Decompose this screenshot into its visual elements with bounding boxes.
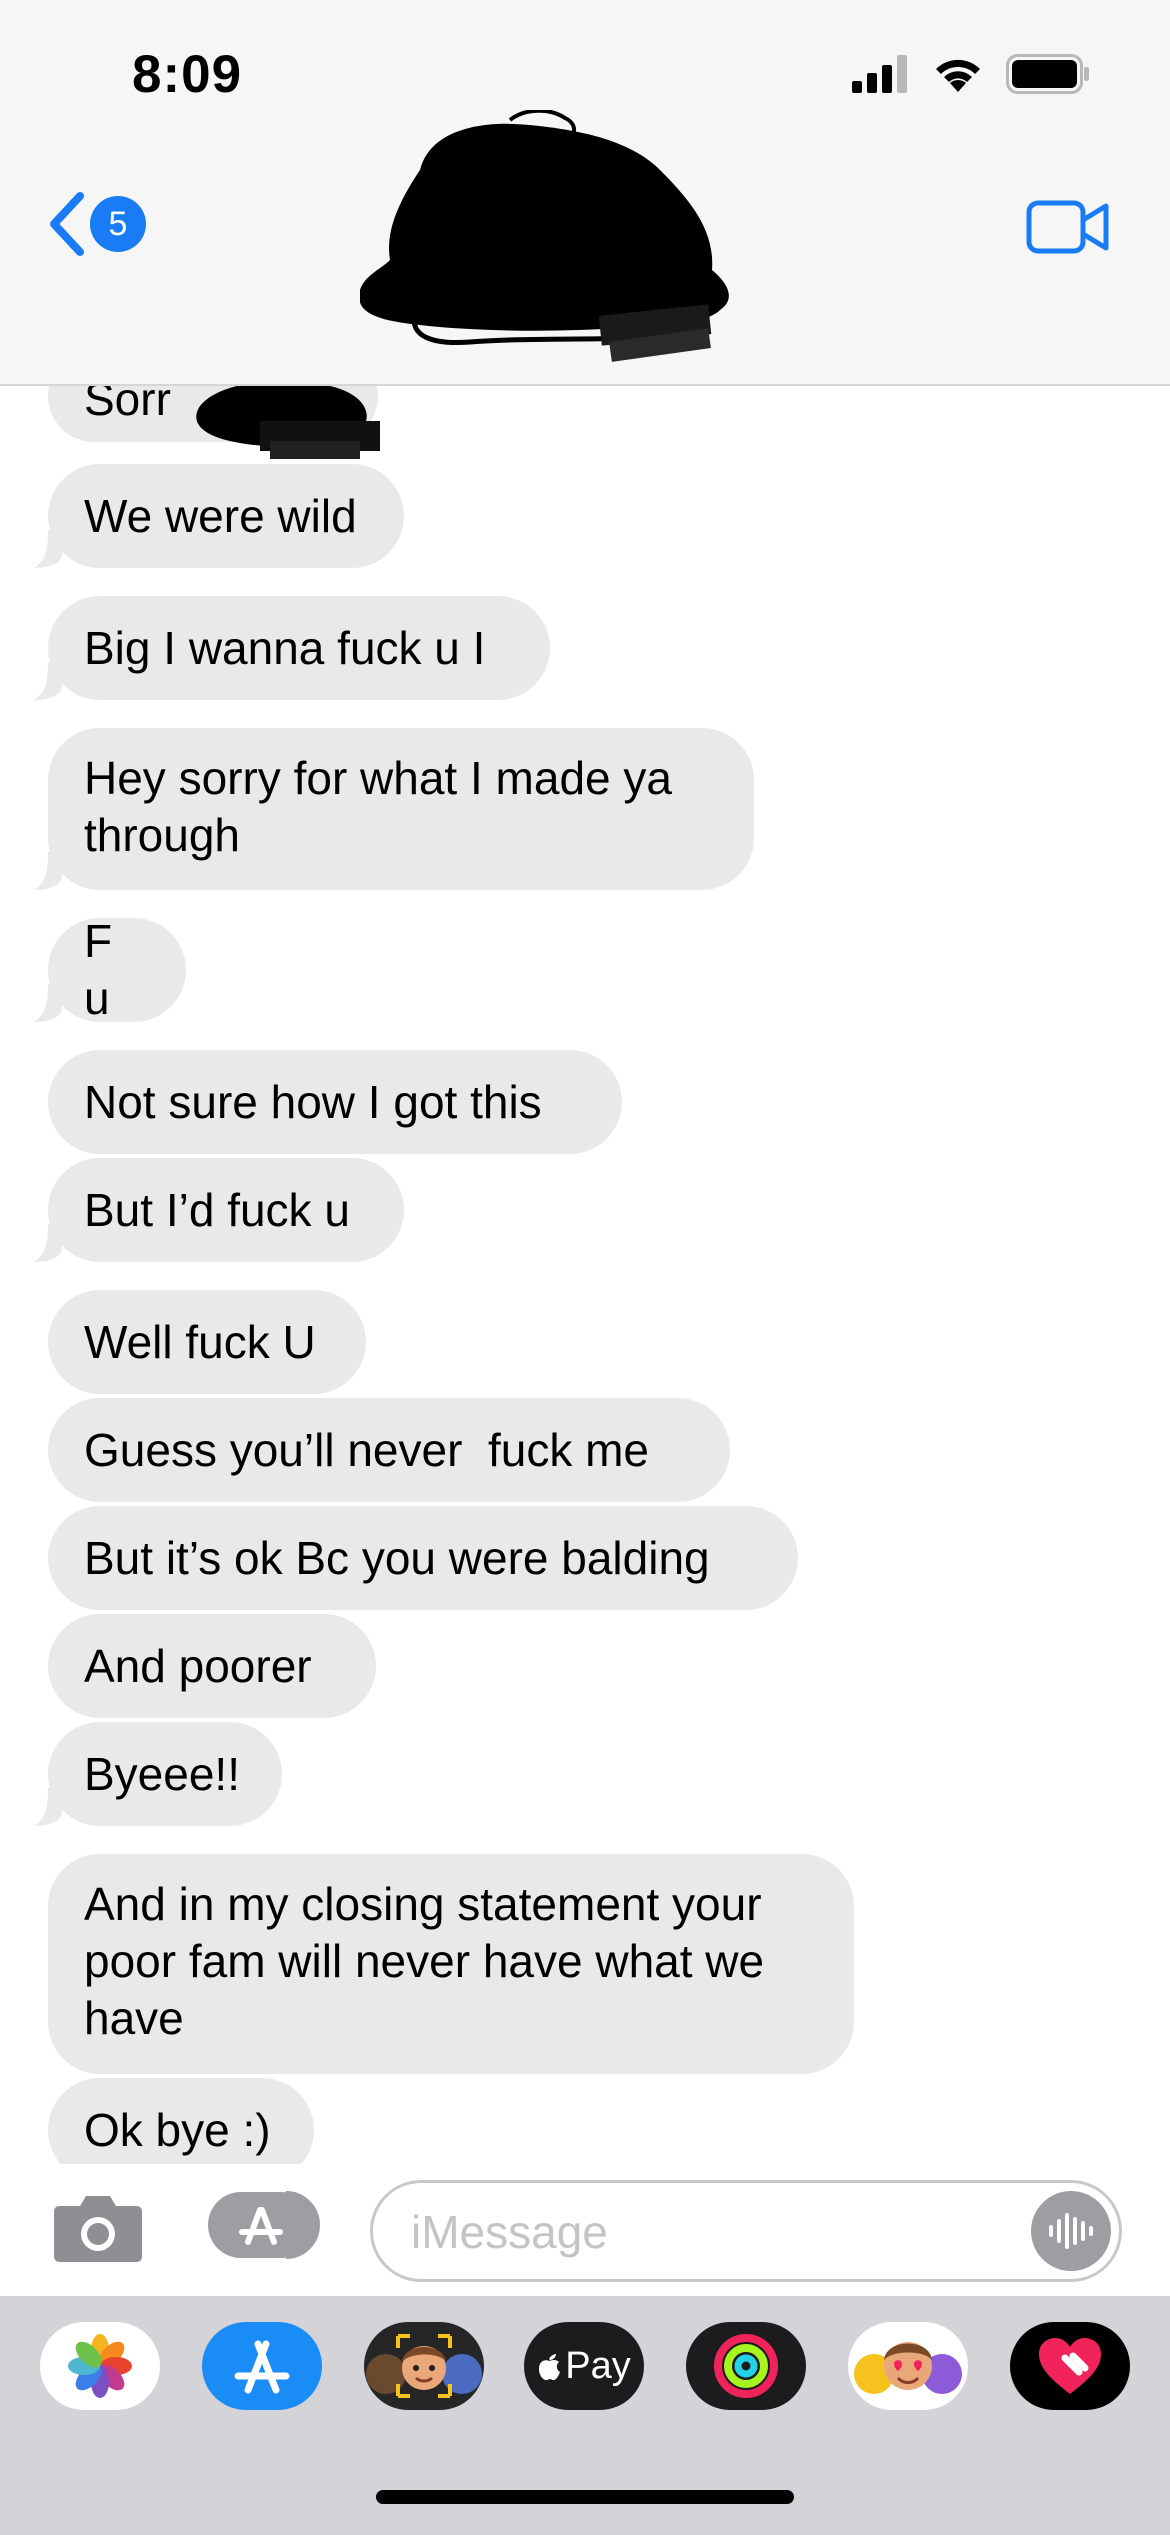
memoji-stickers-button[interactable] xyxy=(364,2322,484,2410)
message-text-line-2: poor fam will never have what we xyxy=(84,1935,765,1987)
message-text-line-1: Hey sorry for what I made ya xyxy=(84,752,672,804)
message-text-line-2: through xyxy=(84,809,241,861)
message-input[interactable] xyxy=(409,2201,1013,2263)
animoji-icon xyxy=(854,2342,962,2394)
message-text: But it’s ok Bc you were balding xyxy=(84,1531,710,1584)
message-input-field[interactable] xyxy=(370,2180,1122,2282)
cellular-signal-icon xyxy=(852,55,907,93)
bubble-tail xyxy=(34,1224,62,1262)
message-text: Big I wanna fuck u I xyxy=(84,621,486,674)
unread-count-badge: 5 xyxy=(90,196,146,252)
back-button[interactable]: 5 xyxy=(46,192,146,256)
digital-touch-icon xyxy=(1039,2338,1101,2394)
message-bubble[interactable]: And in my closing statement your poor fa… xyxy=(48,1854,854,2074)
message-bubble[interactable]: Hey sorry for what I made ya through xyxy=(48,728,754,890)
apple-pay-label: Pay xyxy=(565,2344,631,2387)
message-bubble[interactable]: But it’s ok Bc you were balding xyxy=(48,1506,798,1610)
message-list[interactable]: Sorr We were wild Big I wanna fuck u I H… xyxy=(0,384,1170,2164)
status-time: 8:09 xyxy=(132,45,243,104)
bubble-tail xyxy=(34,1788,62,1826)
message-bubble[interactable]: And poorer xyxy=(48,1614,376,1718)
bubble-tail xyxy=(34,662,62,700)
message-bubble[interactable]: We were wild xyxy=(48,464,404,568)
activity-button[interactable] xyxy=(686,2322,806,2410)
message-bubble[interactable]: Ok bye :) xyxy=(48,2078,314,2164)
message-text-line-3: have xyxy=(84,1992,184,2044)
photos-icon xyxy=(68,2334,132,2398)
message-text: But I’d fuck u xyxy=(84,1183,350,1236)
message-bubble[interactable]: Well fuck U xyxy=(48,1290,366,1394)
redaction-scribble xyxy=(196,384,380,459)
activity-icon xyxy=(714,2334,778,2398)
message-text: Byeee!! xyxy=(84,1747,240,1800)
message-text: Sorr xyxy=(84,384,171,425)
wifi-icon xyxy=(936,59,980,92)
app-store-apps-button[interactable] xyxy=(208,2190,320,2265)
apple-logo-icon xyxy=(539,2354,561,2381)
memoji-stickers-icon xyxy=(366,2334,482,2398)
video-camera-icon xyxy=(1026,200,1109,254)
chevron-left-icon xyxy=(50,192,84,256)
messages-screen: 8:09 5 Sorr We were wild Big I wanna fuc… xyxy=(0,0,1170,2535)
bubble-tail xyxy=(34,530,62,568)
message-text: Well fuck U xyxy=(84,1315,316,1368)
animoji-button[interactable] xyxy=(848,2322,968,2410)
message-bubble[interactable]: But I’d fuck u xyxy=(48,1158,404,1262)
message-text-line-1: And in my closing statement your xyxy=(84,1878,762,1930)
message-bubble[interactable]: Guess you’ll never fuck me xyxy=(48,1398,730,1502)
message-composer-bar xyxy=(0,2164,1170,2296)
message-text: We were wild xyxy=(84,489,357,542)
apple-pay-button[interactable]: Pay xyxy=(524,2322,644,2410)
waveform-icon xyxy=(1049,2213,1093,2249)
message-text: Not sure how I got this xyxy=(84,1075,542,1128)
dictation-button[interactable] xyxy=(1031,2191,1111,2271)
conversation-header: 8:09 5 xyxy=(0,0,1170,386)
camera-icon xyxy=(54,2196,142,2262)
message-bubble[interactable]: Not sure how I got this xyxy=(48,1050,622,1154)
message-text: F u xyxy=(84,915,113,1024)
bubble-tail xyxy=(34,852,62,890)
photos-app-button[interactable] xyxy=(40,2322,160,2410)
bubble-tail xyxy=(34,984,62,1022)
battery-icon xyxy=(1006,54,1089,94)
app-store-icon xyxy=(234,2340,290,2394)
message-bubble[interactable]: Big I wanna fuck u I xyxy=(48,596,550,700)
message-text: And poorer xyxy=(84,1639,312,1692)
message-text: Ok bye :) xyxy=(84,2103,271,2156)
message-bubble[interactable]: Byeee!! xyxy=(48,1722,282,1826)
status-icons xyxy=(852,54,1090,94)
redacted-contact-avatar[interactable] xyxy=(360,110,760,390)
app-store-button[interactable] xyxy=(202,2322,322,2410)
message-text: Guess you’ll never fuck me xyxy=(84,1423,650,1476)
digital-touch-button[interactable] xyxy=(1010,2322,1130,2410)
facetime-video-button[interactable] xyxy=(1026,198,1110,261)
apps-icon xyxy=(208,2191,320,2259)
camera-button[interactable] xyxy=(52,2192,144,2269)
home-indicator[interactable] xyxy=(376,2490,794,2504)
